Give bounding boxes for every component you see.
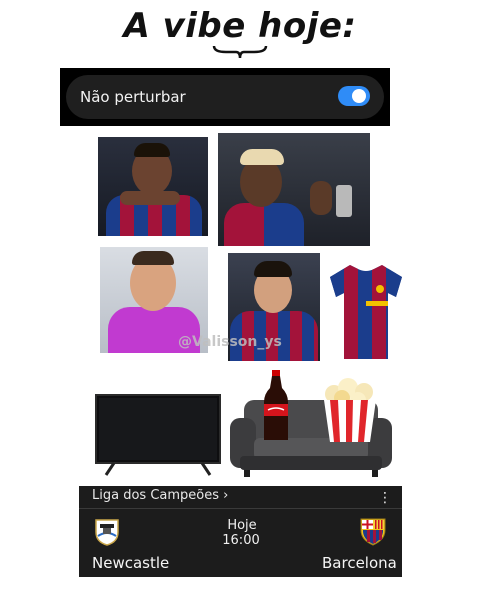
newcastle-crest-icon: [95, 519, 119, 546]
away-team-name: Barcelona: [322, 554, 397, 572]
player-photo-1: [98, 137, 208, 236]
popcorn-icon: [324, 378, 376, 442]
match-time: 16:00: [222, 533, 260, 548]
barca-jersey-icon: [330, 265, 402, 359]
more-vert-icon[interactable]: ⋮: [378, 490, 392, 506]
home-team-name: Newcastle: [92, 554, 170, 572]
watermark: @Valisson_ys: [178, 334, 282, 350]
player-photo-2: [218, 133, 370, 246]
dnd-label: Não perturbar: [80, 88, 186, 106]
tv-icon: [95, 394, 221, 476]
match-day: Hoje: [227, 518, 257, 533]
meme-title: A vibe hoje:: [123, 6, 357, 46]
soda-bottle-icon: [264, 370, 288, 440]
barcelona-crest-icon: [360, 518, 386, 546]
toggle-knob: [352, 89, 366, 103]
underbrace-icon: [212, 45, 268, 59]
card-divider: [79, 508, 402, 509]
competition-link[interactable]: Liga dos Campeões ›: [92, 488, 228, 503]
